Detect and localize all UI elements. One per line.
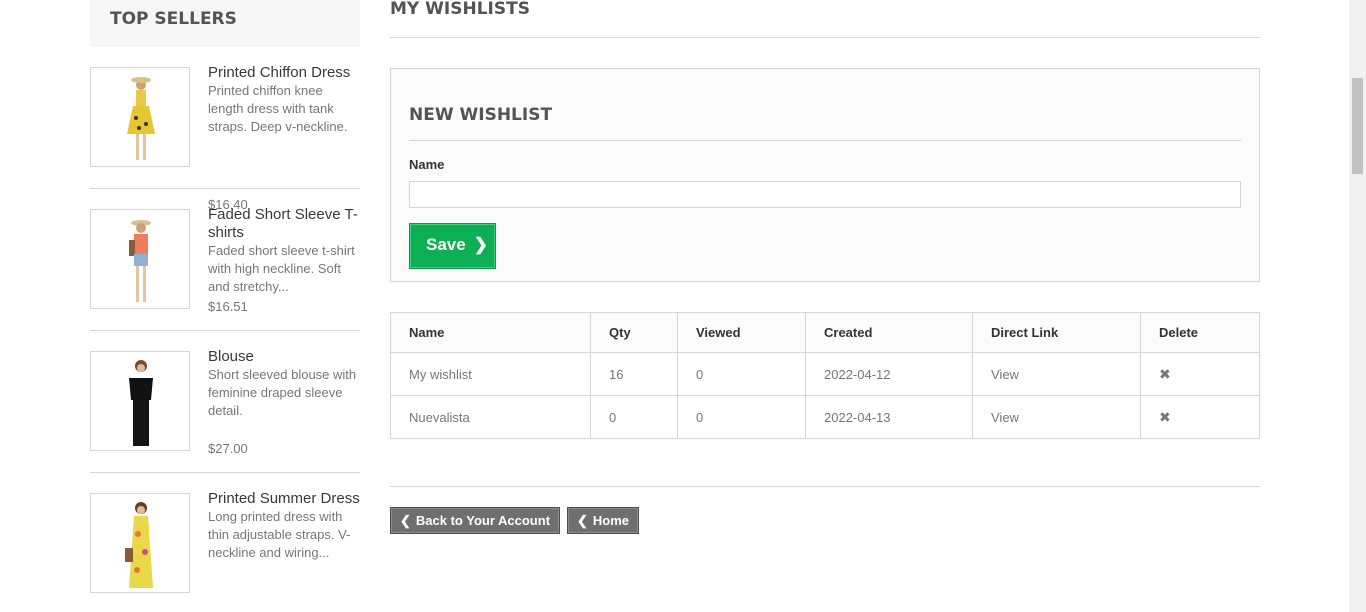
view-link[interactable]: View (991, 367, 1019, 382)
product-name[interactable]: Blouse (208, 348, 360, 366)
product-price: $16.51 (208, 299, 248, 314)
product-item: Blouse Short sleeved blouse with feminin… (90, 331, 360, 473)
save-button[interactable]: Save ❯ (409, 223, 496, 269)
product-name[interactable]: Faded Short Sleeve T-shirts (208, 206, 360, 242)
wishlist-viewed: 0 (677, 352, 806, 396)
product-description: Long printed dress with thin adjustable … (208, 509, 351, 560)
back-to-account-label: Back to Your Account (415, 513, 551, 528)
chevron-left-icon: ❮ (577, 513, 588, 528)
wishlist-qty: 16 (590, 352, 678, 396)
scrollbar-thumb[interactable] (1352, 78, 1363, 174)
wishlists-table: Name Qty Viewed Created Direct Link Dele… (390, 312, 1260, 439)
home-label: Home (592, 513, 630, 528)
product-item: Printed Summer Dress Long printed dress … (90, 473, 360, 612)
wishlist-name-link[interactable]: Nuevalista (409, 410, 470, 425)
column-header-direct-link: Direct Link (972, 312, 1141, 353)
delete-icon[interactable]: ✖ (1159, 409, 1171, 425)
chevron-right-icon: ❯ (473, 235, 488, 254)
woman-black-blouse-image[interactable] (90, 351, 190, 451)
woman-yellow-dress-image[interactable] (90, 67, 190, 167)
product-price: $27.00 (208, 441, 248, 456)
view-link[interactable]: View (991, 410, 1019, 425)
woman-summer-dress-image[interactable] (90, 493, 190, 593)
save-button-label: Save (426, 235, 466, 254)
wishlists-main: MY WISHLISTS NEW WISHLIST Name Save ❯ Nam… (390, 0, 1260, 534)
top-sellers-block: TOP SELLERS Printed Chiffon Dress Printe… (90, 0, 360, 612)
wishlist-viewed: 0 (677, 395, 806, 439)
table-row: My wishlist 16 0 2022-04-12 View ✖ (390, 352, 1260, 396)
wishlist-created: 2022-04-13 (805, 395, 973, 439)
product-description: Printed chiffon knee length dress with t… (208, 83, 348, 134)
divider (390, 486, 1260, 487)
product-description: Faded short sleeve t-shirt with high nec… (208, 243, 355, 294)
column-header-created: Created (805, 312, 973, 353)
column-header-viewed: Viewed (677, 312, 806, 353)
wishlist-name-input[interactable] (409, 181, 1241, 208)
column-header-name: Name (390, 312, 591, 353)
back-to-account-button[interactable]: ❮ Back to Your Account (390, 507, 561, 534)
new-wishlist-heading: NEW WISHLIST (409, 105, 1241, 141)
column-header-delete: Delete (1140, 312, 1260, 353)
delete-icon[interactable]: ✖ (1159, 366, 1171, 382)
woman-orange-tshirt-image[interactable] (90, 209, 190, 309)
product-name[interactable]: Printed Chiffon Dress (208, 64, 360, 82)
name-label: Name (409, 157, 445, 172)
product-item: Faded Short Sleeve T-shirts Faded short … (90, 189, 360, 331)
product-name[interactable]: Printed Summer Dress (208, 490, 360, 508)
product-item: Printed Chiffon Dress Printed chiffon kn… (90, 47, 360, 212)
product-description: Short sleeved blouse with feminine drape… (208, 367, 357, 418)
wishlist-created: 2022-04-12 (805, 352, 973, 396)
wishlist-page: TOP SELLERS Printed Chiffon Dress Printe… (0, 0, 1366, 612)
home-button[interactable]: ❮ Home (567, 507, 640, 534)
top-sellers-title[interactable]: TOP SELLERS (90, 0, 360, 47)
column-header-qty: Qty (590, 312, 678, 353)
new-wishlist-form: NEW WISHLIST Name Save ❯ (390, 68, 1260, 282)
vertical-scrollbar[interactable] (1349, 0, 1366, 612)
table-header-row: Name Qty Viewed Created Direct Link Dele… (390, 312, 1260, 353)
wishlist-qty: 0 (590, 395, 678, 439)
table-row: Nuevalista 0 0 2022-04-13 View ✖ (390, 395, 1260, 439)
page-title: MY WISHLISTS (390, 0, 1260, 38)
wishlist-name-link[interactable]: My wishlist (409, 367, 472, 382)
chevron-left-icon: ❮ (400, 513, 411, 528)
